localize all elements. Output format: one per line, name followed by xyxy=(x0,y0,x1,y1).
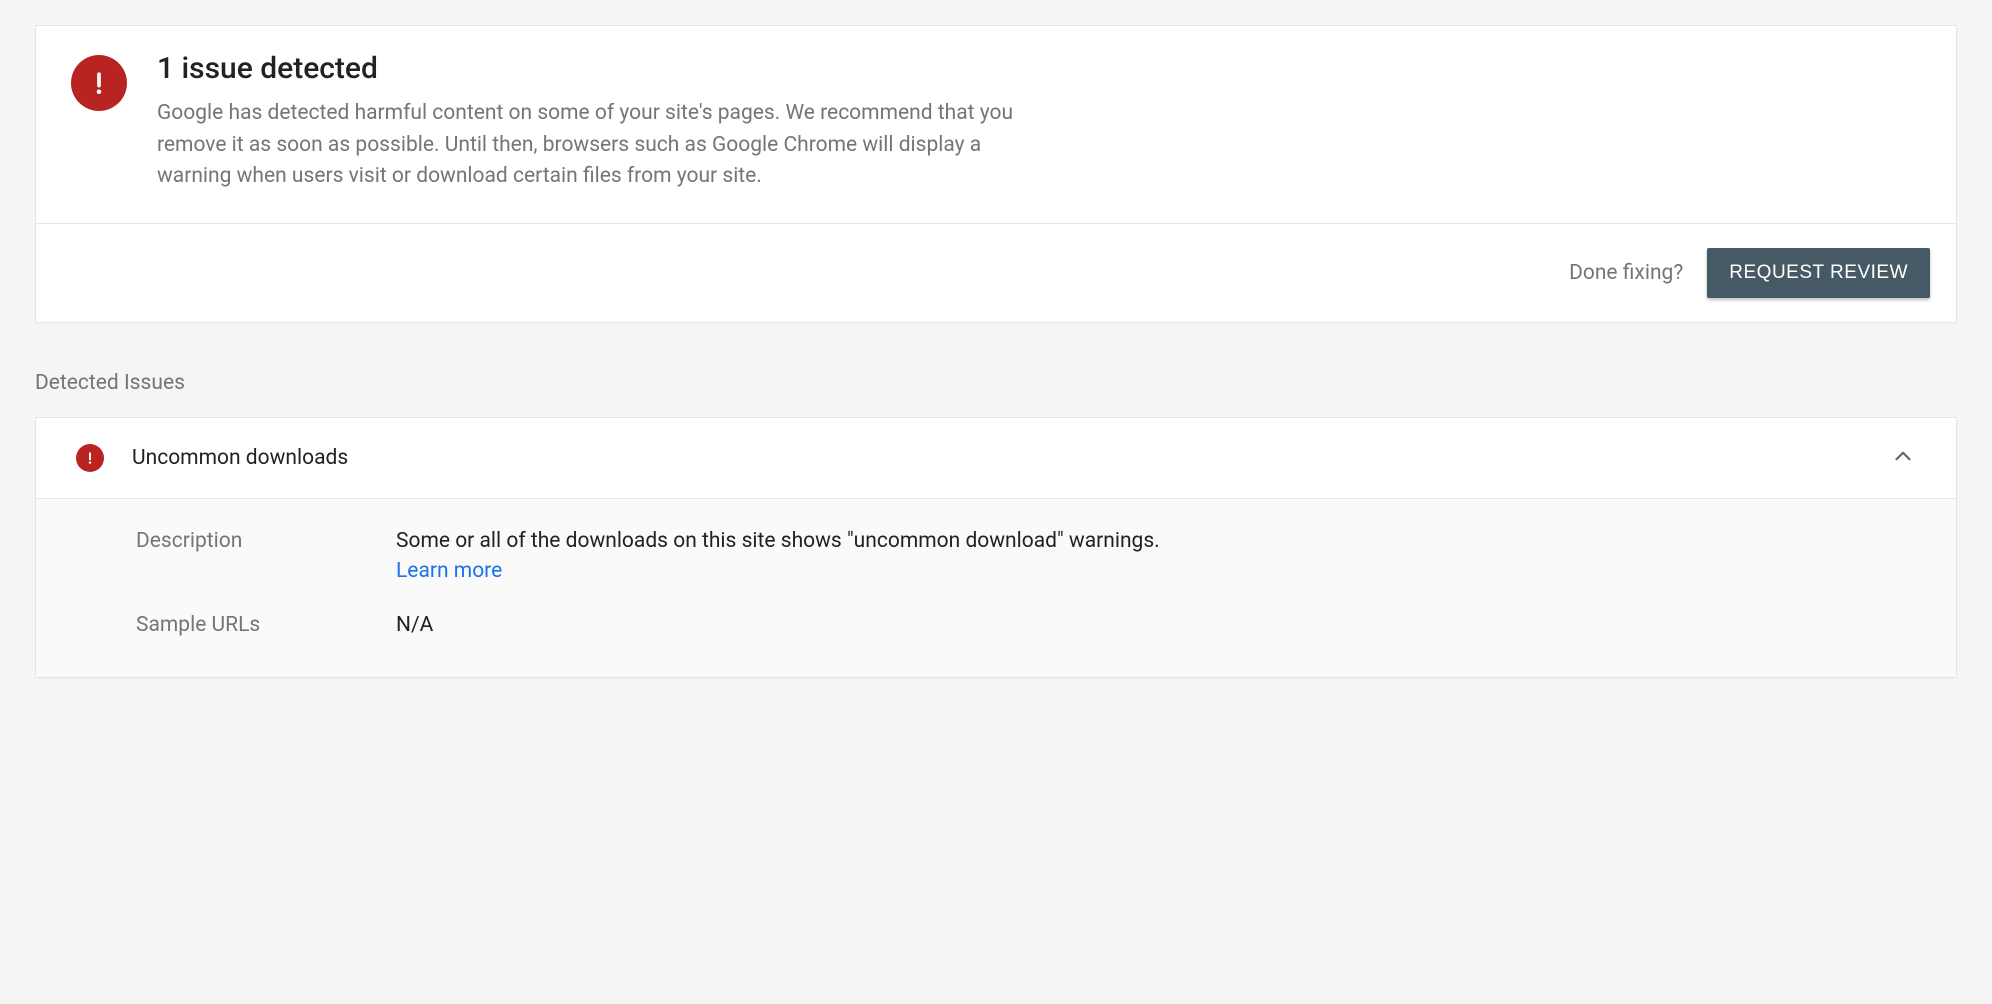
issue-card: 1 issue detected Google has detected har… xyxy=(35,25,1957,323)
request-review-button[interactable]: REQUEST REVIEW xyxy=(1707,248,1930,298)
sample-urls-value: N/A xyxy=(396,613,1916,637)
issue-accordion: Uncommon downloads Description Some or a… xyxy=(35,417,1957,678)
sample-urls-label: Sample URLs xyxy=(136,613,356,637)
accordion-header[interactable]: Uncommon downloads xyxy=(36,418,1956,498)
description-row: Description Some or all of the downloads… xyxy=(136,529,1916,583)
issue-title: 1 issue detected xyxy=(157,51,1037,86)
learn-more-link[interactable]: Learn more xyxy=(396,559,502,583)
detected-issues-title: Detected Issues xyxy=(35,371,1957,395)
issue-header: 1 issue detected Google has detected har… xyxy=(36,26,1956,223)
issue-text: 1 issue detected Google has detected har… xyxy=(157,51,1037,193)
accordion-body: Description Some or all of the downloads… xyxy=(36,498,1956,677)
issue-actions: Done fixing? REQUEST REVIEW xyxy=(36,223,1956,322)
done-fixing-label: Done fixing? xyxy=(1569,261,1683,285)
alert-icon xyxy=(76,444,104,472)
description-value: Some or all of the downloads on this sit… xyxy=(396,529,1916,583)
description-label: Description xyxy=(136,529,356,583)
alert-icon xyxy=(71,55,127,111)
accordion-title: Uncommon downloads xyxy=(132,446,1862,470)
sample-urls-row: Sample URLs N/A xyxy=(136,613,1916,637)
chevron-up-icon xyxy=(1890,443,1916,473)
description-text: Some or all of the downloads on this sit… xyxy=(396,529,1160,553)
issue-description: Google has detected harmful content on s… xyxy=(157,98,1037,193)
